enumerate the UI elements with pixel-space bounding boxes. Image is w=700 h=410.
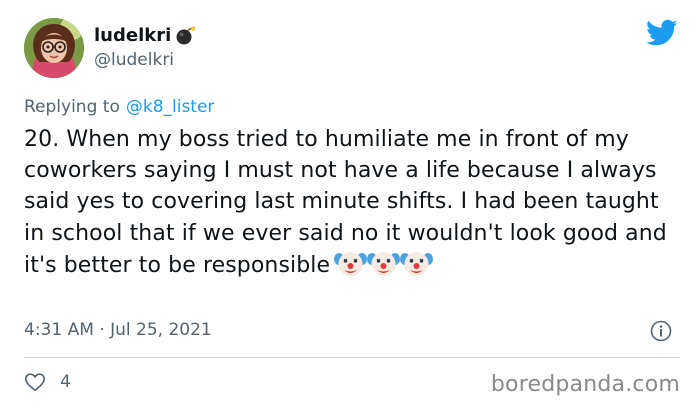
- reply-mention-link[interactable]: @k8_lister: [126, 97, 215, 117]
- bomb-icon: [175, 24, 197, 46]
- reply-prefix: Replying to: [24, 97, 120, 117]
- watermark: boredpanda.com: [490, 372, 680, 397]
- clown-face-icon: [400, 249, 434, 278]
- info-icon[interactable]: [650, 320, 672, 342]
- emoji-row: [334, 249, 434, 278]
- author-display-name[interactable]: ludelkri: [94, 25, 171, 46]
- heart-icon: [24, 371, 46, 393]
- tweet-card: ludelkri @ludelkri Replying to @k8_lister…: [0, 0, 700, 410]
- author-name-row: ludelkri: [94, 24, 197, 46]
- avatar[interactable]: [24, 18, 84, 78]
- author-handle[interactable]: @ludelkri: [94, 50, 174, 70]
- tweet-timestamp[interactable]: 4:31 AM · Jul 25, 2021: [24, 320, 212, 340]
- like-button[interactable]: 4: [24, 371, 71, 393]
- divider: [24, 357, 680, 358]
- avatar-illustration: [24, 18, 84, 78]
- clown-face-icon: [334, 249, 368, 278]
- reply-context: Replying to @k8_lister: [24, 97, 214, 117]
- tweet-text: 20. When my boss tried to humiliate me i…: [24, 124, 684, 281]
- like-count: 4: [60, 372, 71, 392]
- clown-face-icon: [367, 249, 401, 278]
- twitter-bird-icon[interactable]: [646, 19, 678, 47]
